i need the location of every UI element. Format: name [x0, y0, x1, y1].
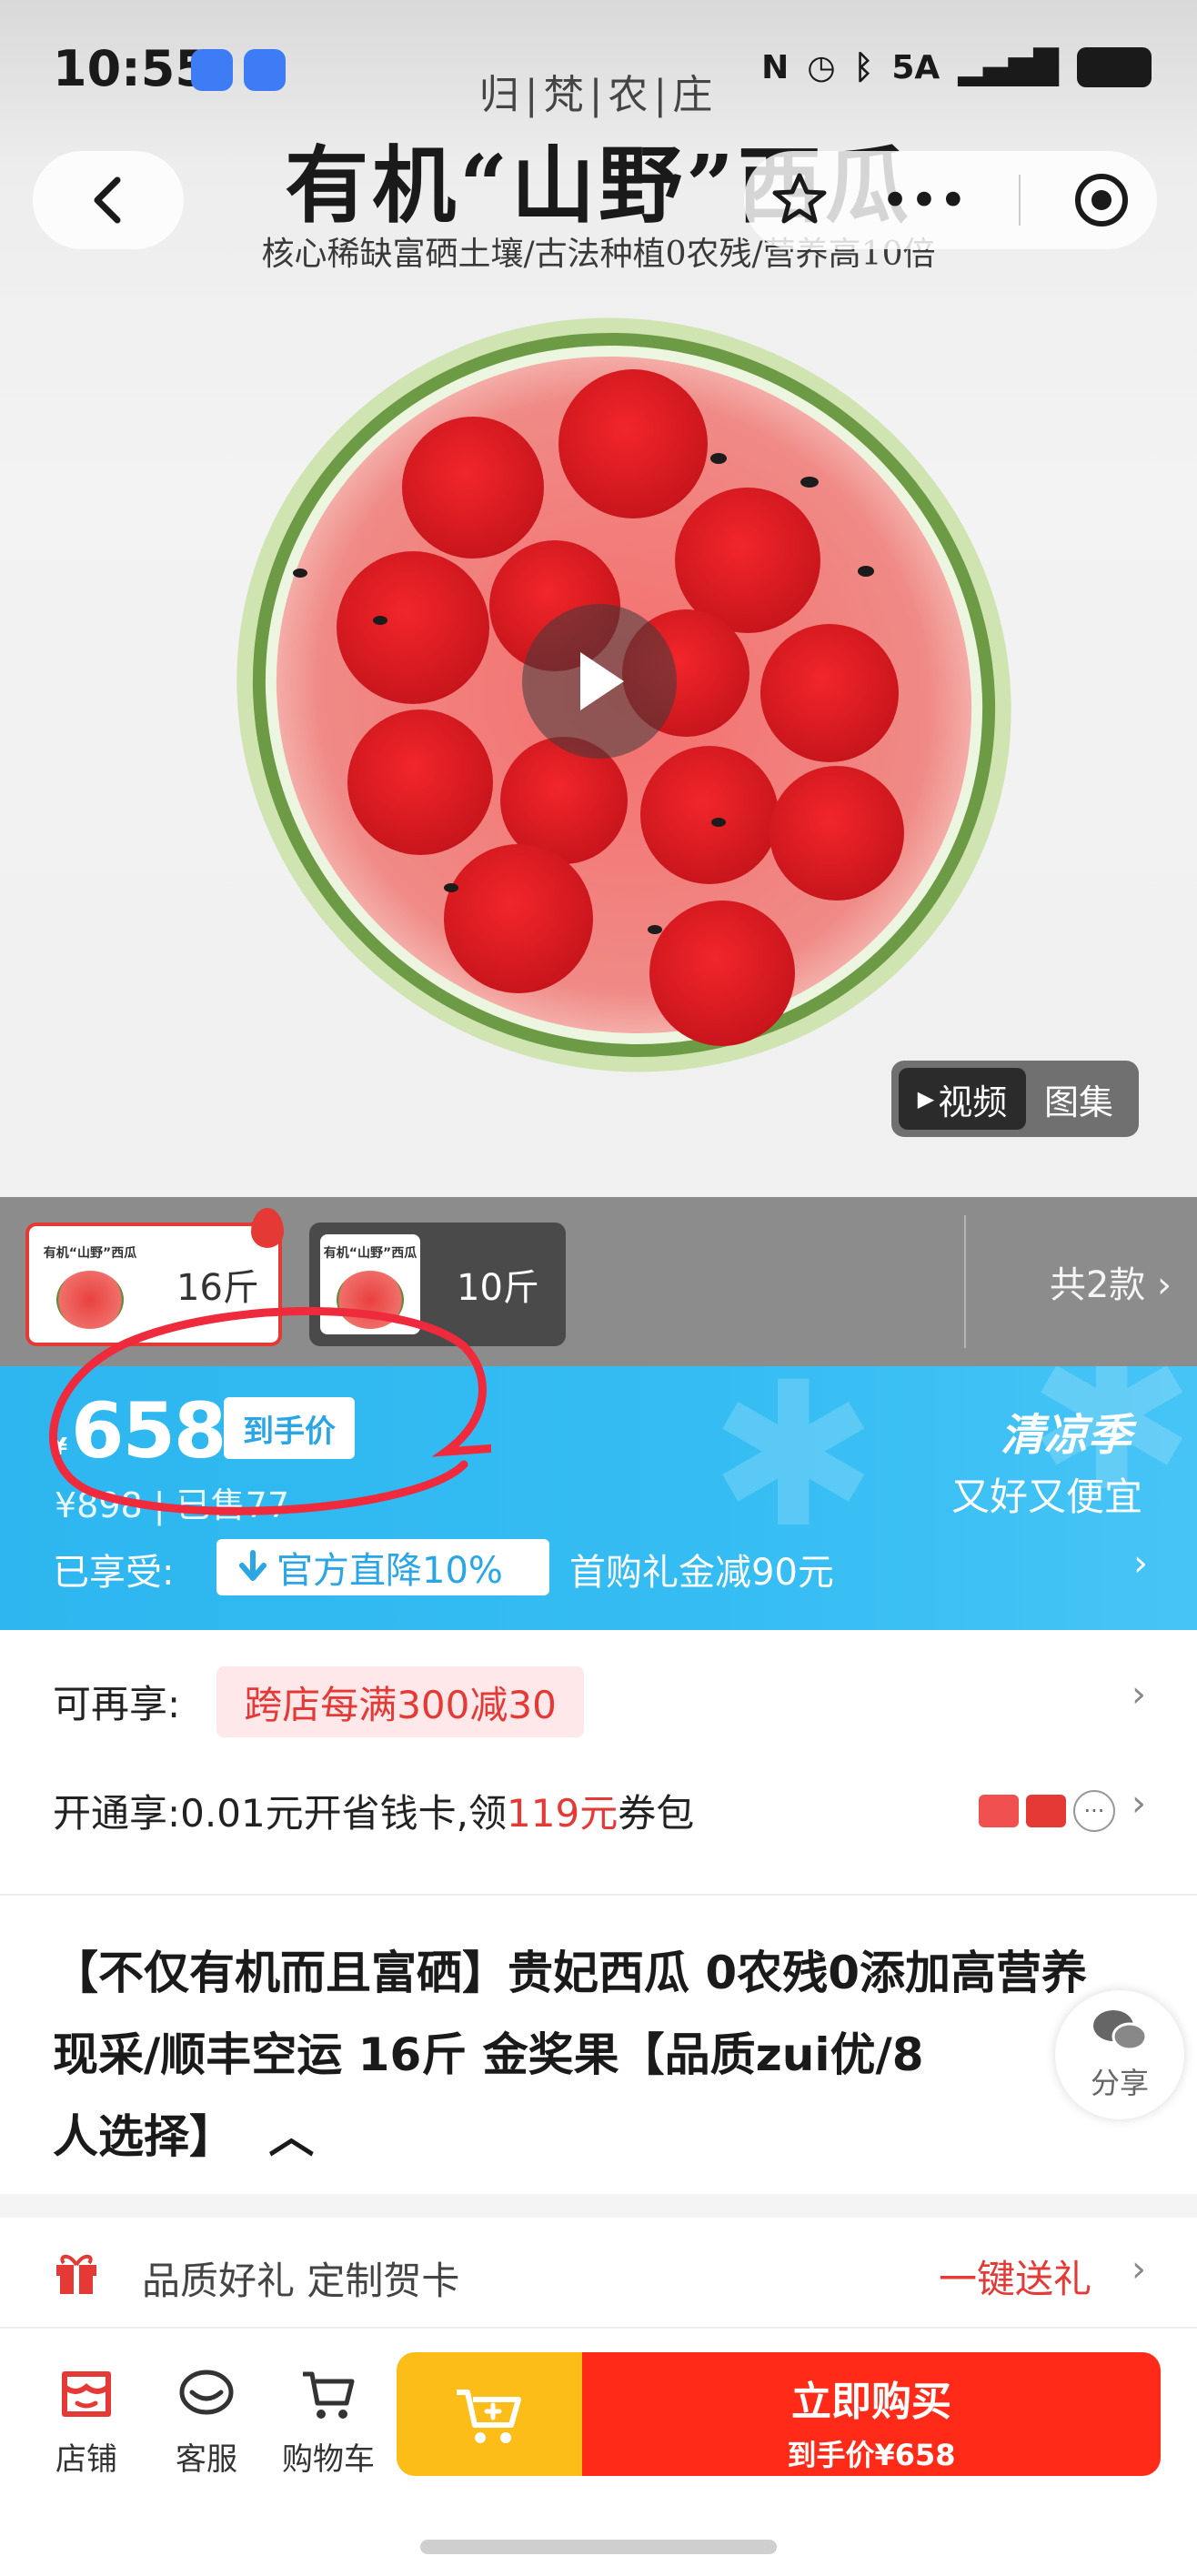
gift-label: 品质好礼 定制贺卡 — [142, 2259, 460, 2303]
membership-offer[interactable]: 开通享:0.01元开省钱卡,领119元券包 — [53, 1783, 694, 1838]
share-button[interactable]: 分享 — [1055, 1990, 1184, 2119]
cart-label: 购物车 — [282, 2441, 375, 2478]
product-title-text: 【不仅有机而且富硒】贵妃西瓜 0农残0添加高营养 现采/顺丰空运 16斤 金奖果… — [53, 1947, 1087, 2081]
network-label: 5A — [891, 48, 940, 86]
hot-flame-icon — [251, 1208, 284, 1248]
voice-app-icon — [191, 49, 233, 91]
gallery-tab[interactable]: 图集 — [1026, 1074, 1132, 1124]
sku-thumbnail: 有机“山野”西瓜 — [320, 1234, 420, 1334]
chevron-right-icon[interactable]: › — [1132, 1674, 1146, 1716]
play-video-button[interactable] — [522, 604, 677, 759]
chevron-right-icon: › — [1157, 1264, 1172, 1306]
nfc-icon: N — [761, 48, 790, 86]
video-tab[interactable]: ▶ 视频 — [899, 1068, 1026, 1130]
membership-offer-suffix: 券包 — [618, 1791, 695, 1836]
store-icon — [62, 2371, 111, 2417]
coupon-icons: ··· — [979, 1790, 1115, 1832]
currency-symbol: ¥ — [51, 1434, 68, 1461]
divider — [1018, 175, 1021, 226]
chevron-left-icon — [94, 176, 121, 224]
shopping-cart-icon — [303, 2371, 355, 2419]
season-subtitle: 又好又便宜 — [951, 1474, 1142, 1519]
original-price-sold: ¥898 | 已售77 — [55, 1485, 290, 1525]
gift-row[interactable]: 品质好礼 定制贺卡 一键送礼 › — [0, 2218, 1197, 2327]
price-banner: ✱ ✱ ¥ 658 到手价 ¥898 | 已售77 清凉季 又好又便宜 已享受:… — [0, 1366, 1197, 1630]
more-dots-icon: ··· — [1073, 1790, 1115, 1832]
play-icon — [580, 652, 624, 710]
sku-option-label: 10斤 — [457, 1267, 539, 1309]
product-title-end: 人选择】 — [53, 2110, 235, 2163]
chevron-right-icon[interactable]: › — [1133, 1543, 1148, 1585]
bluetooth-icon: ᛒ — [853, 48, 874, 86]
product-title-card: 【不仅有机而且富硒】贵妃西瓜 0农残0添加高营养 现采/顺丰空运 16斤 金奖果… — [0, 1894, 1197, 2194]
chevron-right-icon[interactable]: › — [1132, 1783, 1146, 1825]
official-discount-tag[interactable]: 官方直降10% — [216, 1539, 549, 1595]
promotion-card: 可再享: 跨店每满300减30 › 开通享:0.01元开省钱卡,领119元券包 … — [0, 1630, 1197, 1894]
share-label: 分享 — [1090, 2066, 1149, 2100]
send-gift-link[interactable]: 一键送礼 — [939, 2249, 1091, 2304]
status-time: 10:55 — [53, 40, 209, 97]
divider — [964, 1215, 966, 1348]
down-arrow-icon — [239, 1550, 267, 1581]
sku-option-16[interactable]: 有机“山野”西瓜 16斤 — [25, 1208, 284, 1346]
sku-option-label: 16斤 — [176, 1267, 259, 1309]
chevron-right-icon: › — [1132, 2249, 1146, 2290]
alarm-icon: ◷ — [807, 48, 836, 86]
watermelon-thumb-icon — [337, 1271, 404, 1329]
card-icon — [979, 1795, 1019, 1827]
collapse-chevron-icon[interactable]: ︿ — [268, 2110, 314, 2163]
cart-tab[interactable]: 购物车 — [278, 2365, 378, 2479]
status-icons: N ◷ ᛒ 5A ▂▄▆█ 56 — [761, 47, 1152, 87]
buy-now-label: 立即购买 — [791, 2379, 951, 2425]
favorite-star-icon[interactable] — [770, 170, 830, 230]
buy-now-price: 到手价¥658 — [787, 2438, 956, 2472]
more-offers-label: 可再享: — [53, 1682, 181, 1726]
back-button[interactable] — [33, 151, 184, 249]
customer-service-tab[interactable]: 客服 — [156, 2365, 256, 2479]
sku-count-label: 共2款 — [1049, 1264, 1146, 1306]
sku-thumb-text: 有机“山野”西瓜 — [323, 1246, 417, 1261]
signal-icon: ▂▄▆█ — [958, 48, 1059, 86]
wechat-icon — [1093, 2010, 1148, 2051]
status-bar: 10:55 N ◷ ᛒ 5A ▂▄▆█ 56 — [0, 0, 1197, 146]
sku-selector: 有机“山野”西瓜 16斤 有机“山野”西瓜 10斤 共2款 › — [0, 1197, 1197, 1366]
chat-bubble-icon — [179, 2370, 234, 2415]
service-label: 客服 — [176, 2441, 237, 2478]
coupon-icon — [1026, 1795, 1066, 1827]
home-indicator[interactable] — [420, 2540, 777, 2554]
play-small-icon: ▶ — [917, 1086, 935, 1112]
final-price-badge: 到手价 — [224, 1397, 355, 1459]
more-options-icon[interactable]: ••• — [880, 172, 968, 229]
message-app-icon — [244, 49, 286, 91]
enjoy-label: 已享受: — [53, 1552, 175, 1594]
sku-thumb-text: 有机“山野”西瓜 — [43, 1246, 137, 1261]
media-toggle: ▶ 视频 图集 — [891, 1061, 1139, 1137]
buy-now-button[interactable]: 立即购买 到手价¥658 — [582, 2352, 1161, 2476]
sku-more-button[interactable]: 共2款 › — [1050, 1255, 1172, 1308]
gift-icon — [56, 2254, 96, 2294]
cross-store-coupon-tag[interactable]: 跨店每满300减30 — [216, 1666, 584, 1737]
final-price: 658 — [71, 1386, 226, 1475]
product-title: 【不仅有机而且富硒】贵妃西瓜 0农残0添加高营养 现采/顺丰空运 16斤 金奖果… — [53, 1932, 1144, 2178]
product-hero-image[interactable]: 归|梵|农|庄 有机“山野”西瓜 核心稀缺富硒土壤/古法种植0农残/营养高10倍 — [0, 0, 1197, 1197]
first-purchase-gift: 首购礼金减90元 — [569, 1552, 834, 1594]
bottom-action-bar: 店铺 客服 购物车 立即购买 到手价¥658 — [0, 2327, 1197, 2576]
season-title: 清凉季 — [1000, 1410, 1132, 1461]
membership-offer-prefix: 开通享:0.01元开省钱卡,领 — [53, 1791, 508, 1836]
official-discount-label: 官方直降10% — [277, 1550, 503, 1592]
sku-thumbnail: 有机“山野”西瓜 — [40, 1234, 140, 1334]
close-miniprogram-icon[interactable] — [1071, 170, 1132, 230]
add-cart-icon — [457, 2390, 521, 2443]
add-to-cart-button[interactable] — [397, 2352, 582, 2476]
sku-option-10[interactable]: 有机“山野”西瓜 10斤 — [309, 1223, 566, 1346]
watermelon-thumb-icon — [56, 1271, 124, 1329]
battery-icon: 56 — [1077, 47, 1152, 87]
palm-tree-decoration-icon: ✱ — [709, 1366, 878, 1572]
top-action-group: ••• — [744, 151, 1157, 249]
store-tab[interactable]: 店铺 — [36, 2365, 136, 2479]
video-tab-label: 视频 — [938, 1082, 1008, 1122]
store-label: 店铺 — [55, 2441, 117, 2478]
membership-offer-amount: 119元 — [507, 1791, 619, 1836]
